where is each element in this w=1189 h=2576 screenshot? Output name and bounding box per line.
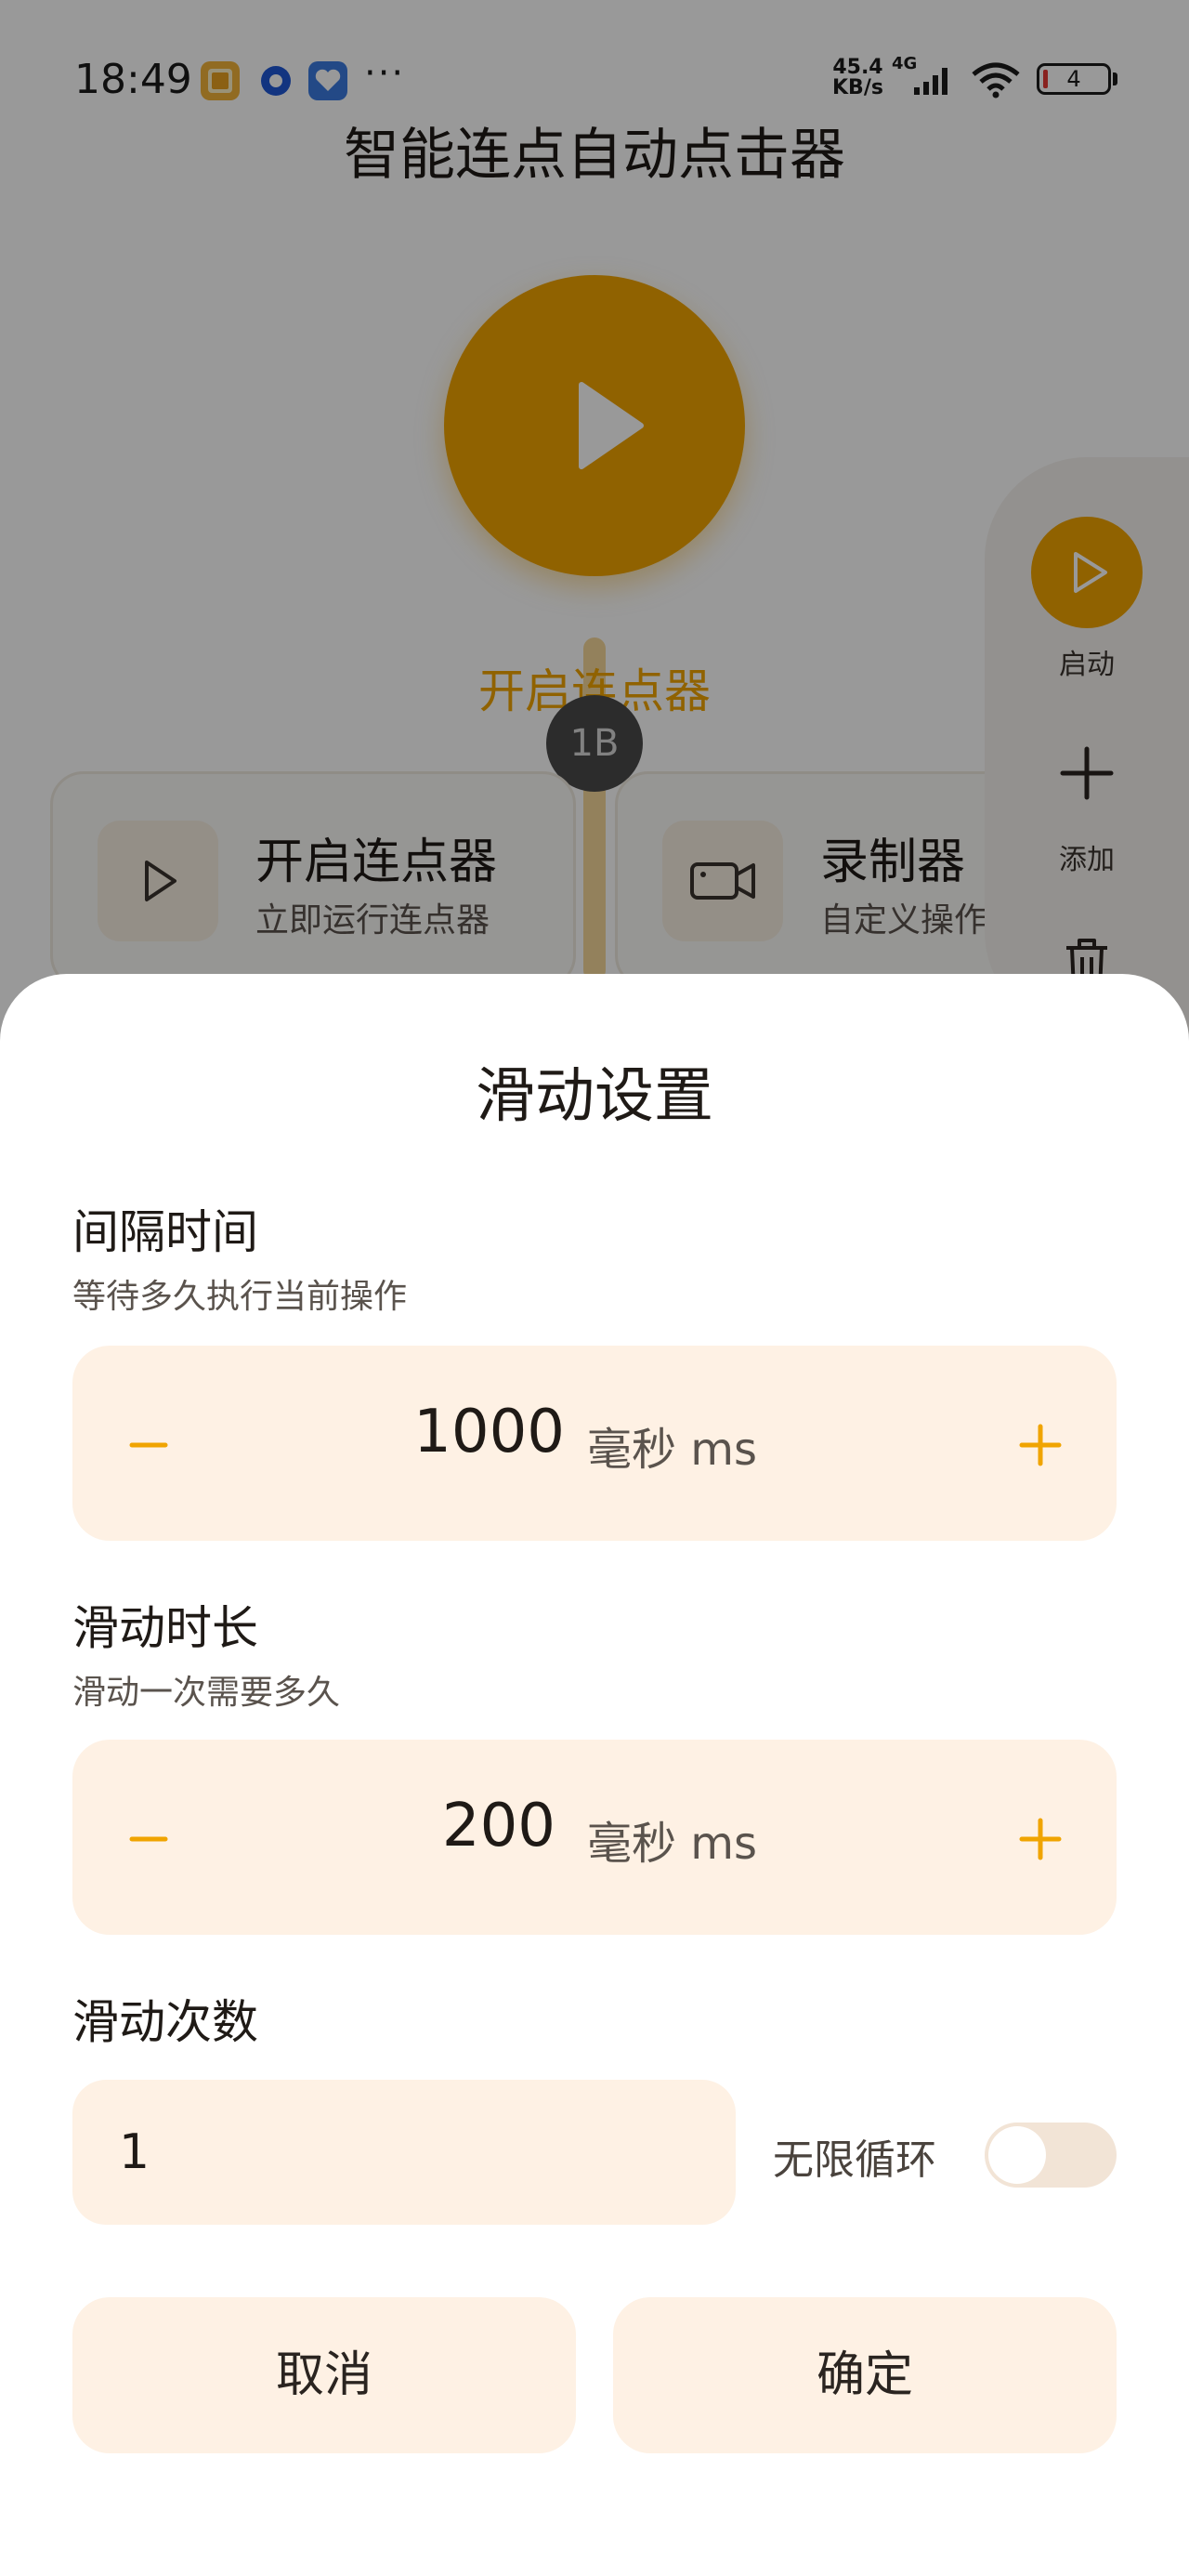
- toggle-knob: [988, 2126, 1046, 2184]
- interval-label: 间隔时间: [72, 1205, 258, 1259]
- count-label: 滑动次数: [72, 1995, 258, 2049]
- swipe-settings-sheet: 滑动设置 间隔时间 等待多久执行当前操作 1000 毫秒 ms 滑动时长 滑动一…: [0, 974, 1189, 2576]
- interval-increase-button[interactable]: [994, 1397, 1087, 1490]
- infinite-loop-toggle[interactable]: [985, 2123, 1117, 2188]
- interval-value[interactable]: 1000: [379, 1398, 565, 1466]
- interval-decrease-button[interactable]: [102, 1397, 195, 1490]
- minus-icon: [129, 1442, 168, 1448]
- duration-value[interactable]: 200: [379, 1792, 555, 1860]
- infinite-loop-label: 无限循环: [773, 2136, 936, 2184]
- interval-desc: 等待多久执行当前操作: [72, 1278, 408, 1316]
- count-input[interactable]: [72, 2080, 736, 2225]
- plus-icon: [1019, 1424, 1062, 1466]
- duration-increase-button[interactable]: [994, 1791, 1087, 1884]
- duration-decrease-button[interactable]: [102, 1791, 195, 1884]
- interval-stepper: 1000 毫秒 ms: [72, 1346, 1117, 1541]
- duration-desc: 滑动一次需要多久: [72, 1674, 341, 1712]
- confirm-button[interactable]: 确定: [613, 2297, 1117, 2453]
- cancel-button[interactable]: 取消: [72, 2297, 576, 2453]
- plus-icon: [1019, 1818, 1062, 1860]
- interval-unit: 毫秒 ms: [587, 1424, 758, 1476]
- duration-unit: 毫秒 ms: [587, 1818, 758, 1870]
- duration-stepper: 200 毫秒 ms: [72, 1740, 1117, 1935]
- duration-label: 滑动时长: [72, 1601, 258, 1655]
- sheet-title: 滑动设置: [476, 1062, 713, 1131]
- minus-icon: [129, 1836, 168, 1842]
